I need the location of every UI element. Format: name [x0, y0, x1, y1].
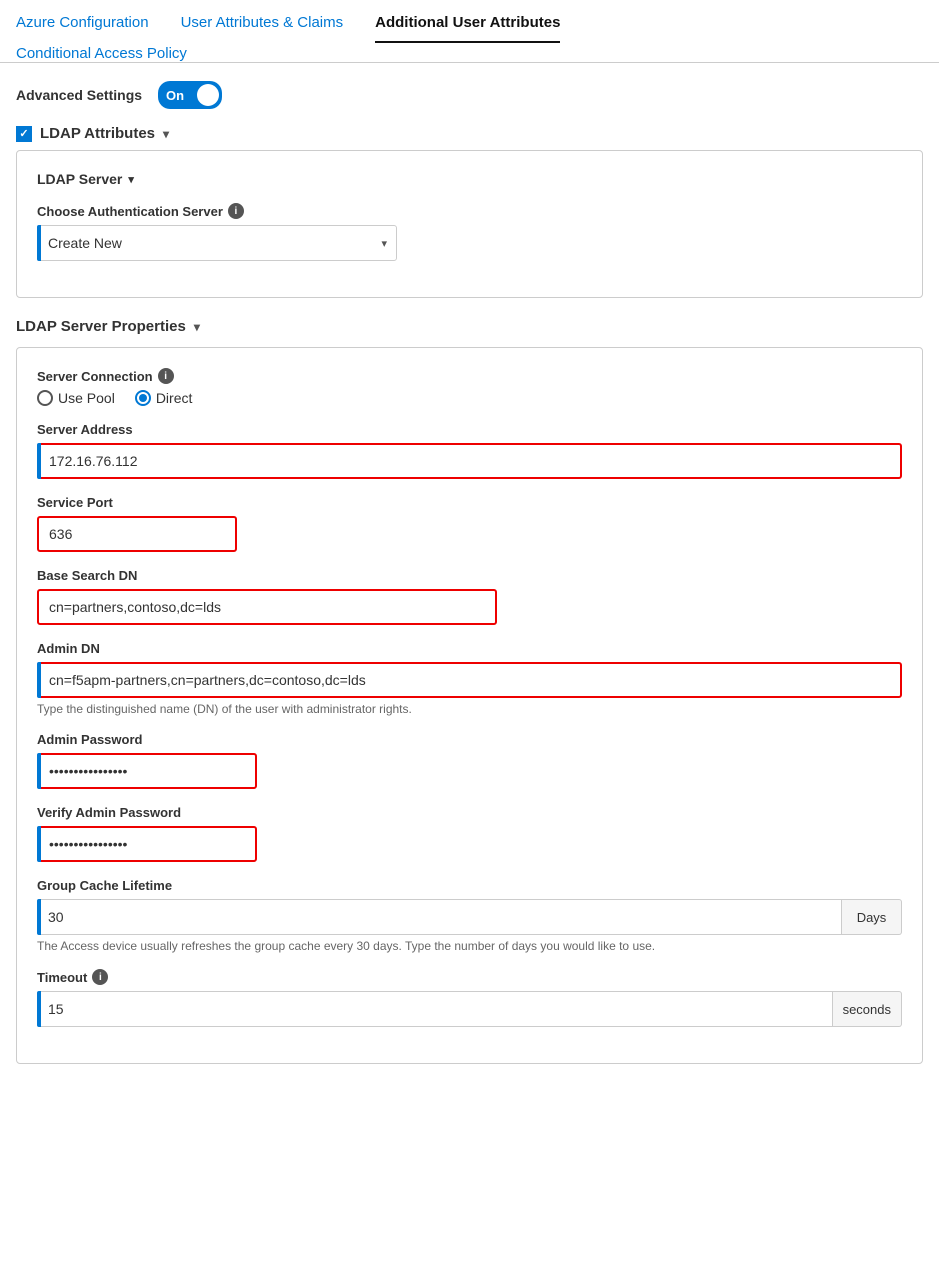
server-address-bar: [37, 443, 41, 479]
group-cache-lifetime-addon: Days: [842, 899, 902, 935]
ldap-server-properties-label: LDAP Server Properties: [16, 318, 186, 335]
radio-label-use-pool: Use Pool: [58, 390, 115, 406]
base-search-dn-field: Base Search DN: [37, 568, 902, 625]
group-cache-lifetime-input[interactable]: [37, 899, 842, 935]
tab-azure-config[interactable]: Azure Configuration: [16, 14, 149, 43]
timeout-bar: [37, 991, 41, 1027]
radio-use-pool[interactable]: Use Pool: [37, 390, 115, 406]
timeout-info-icon[interactable]: i: [92, 969, 108, 985]
main-content: ✓ LDAP Attributes ▾ LDAP Server ▾ Choose…: [0, 125, 939, 1088]
properties-chevron: ▾: [194, 320, 200, 334]
ldap-server-subsection-header[interactable]: LDAP Server ▾: [37, 171, 902, 187]
choose-auth-label: Choose Authentication Server i: [37, 203, 902, 219]
admin-dn-field: Admin DN Type the distinguished name (DN…: [37, 641, 902, 716]
advanced-settings-label: Advanced Settings: [16, 87, 142, 103]
timeout-label: Timeout i: [37, 969, 902, 985]
radio-circle-direct: [135, 390, 151, 406]
service-port-label: Service Port: [37, 495, 902, 510]
verify-admin-password-field: Verify Admin Password: [37, 805, 902, 862]
tab-user-attributes[interactable]: User Attributes & Claims: [181, 14, 344, 43]
admin-dn-input[interactable]: [37, 662, 902, 698]
choose-auth-select[interactable]: Create New: [37, 225, 397, 261]
advanced-settings-row: Advanced Settings On: [0, 63, 939, 125]
radio-label-direct: Direct: [156, 390, 193, 406]
service-port-input[interactable]: [37, 516, 237, 552]
radio-direct[interactable]: Direct: [135, 390, 193, 406]
admin-password-label: Admin Password: [37, 732, 902, 747]
toggle-knob: [197, 84, 219, 106]
radio-circle-use-pool: [37, 390, 53, 406]
properties-card: Server Connection i Use Pool Direct: [16, 347, 923, 1064]
group-cache-lifetime-bar: [37, 899, 41, 935]
nav-tabs: Azure Configuration User Attributes & Cl…: [0, 0, 939, 63]
timeout-addon: seconds: [833, 991, 902, 1027]
server-connection-radio-group: Use Pool Direct: [37, 390, 902, 406]
verify-admin-password-label: Verify Admin Password: [37, 805, 902, 820]
group-cache-lifetime-helper: The Access device usually refreshes the …: [37, 939, 902, 953]
ldap-attributes-label: LDAP Attributes: [40, 125, 155, 142]
select-bar: [37, 225, 41, 261]
ldap-attributes-chevron: ▾: [163, 127, 169, 141]
base-search-dn-input[interactable]: [37, 589, 497, 625]
base-search-dn-label: Base Search DN: [37, 568, 902, 583]
admin-password-input-wrapper: [37, 753, 902, 789]
verify-admin-password-input-wrapper: [37, 826, 902, 862]
server-address-field: Server Address: [37, 422, 902, 479]
choose-auth-info-icon[interactable]: i: [228, 203, 244, 219]
ldap-server-properties-section: LDAP Server Properties ▾ Server Connecti…: [16, 318, 923, 1064]
tab-conditional-access[interactable]: Conditional Access Policy: [16, 45, 187, 72]
ldap-server-card: LDAP Server ▾ Choose Authentication Serv…: [16, 150, 923, 298]
timeout-input-wrapper: seconds: [37, 991, 902, 1027]
server-address-input-wrapper: [37, 443, 902, 479]
tab-additional-user-attributes[interactable]: Additional User Attributes: [375, 14, 560, 43]
timeout-input[interactable]: [37, 991, 833, 1027]
server-connection-field: Server Connection i Use Pool Direct: [37, 368, 902, 406]
group-cache-lifetime-field: Group Cache Lifetime Days The Access dev…: [37, 878, 902, 953]
server-address-input[interactable]: [37, 443, 902, 479]
timeout-field: Timeout i seconds: [37, 969, 902, 1027]
service-port-input-wrapper: [37, 516, 902, 552]
ldap-server-properties-header[interactable]: LDAP Server Properties ▾: [16, 318, 923, 335]
server-address-label: Server Address: [37, 422, 902, 437]
advanced-settings-toggle[interactable]: On: [158, 81, 222, 109]
ldap-server-chevron: ▾: [128, 173, 134, 186]
admin-dn-bar: [37, 662, 41, 698]
admin-dn-helper: Type the distinguished name (DN) of the …: [37, 702, 902, 716]
group-cache-lifetime-input-wrapper: Days: [37, 899, 902, 935]
choose-auth-server-field: Choose Authentication Server i Create Ne…: [37, 203, 902, 261]
ldap-attributes-checkbox[interactable]: ✓: [16, 126, 32, 142]
admin-password-bar: [37, 753, 41, 789]
toggle-on-label: On: [166, 88, 184, 103]
verify-admin-password-input[interactable]: [37, 826, 257, 862]
admin-password-field: Admin Password: [37, 732, 902, 789]
admin-password-input[interactable]: [37, 753, 257, 789]
ldap-attributes-section-header[interactable]: ✓ LDAP Attributes ▾: [16, 125, 923, 142]
admin-dn-label: Admin DN: [37, 641, 902, 656]
verify-admin-password-bar: [37, 826, 41, 862]
group-cache-lifetime-label: Group Cache Lifetime: [37, 878, 902, 893]
service-port-field: Service Port: [37, 495, 902, 552]
server-connection-label: Server Connection i: [37, 368, 902, 384]
check-icon: ✓: [19, 127, 28, 140]
choose-auth-select-wrapper: Create New ▾: [37, 225, 397, 261]
server-connection-info-icon[interactable]: i: [158, 368, 174, 384]
ldap-server-label: LDAP Server: [37, 171, 122, 187]
admin-dn-input-wrapper: [37, 662, 902, 698]
base-search-dn-input-wrapper: [37, 589, 902, 625]
